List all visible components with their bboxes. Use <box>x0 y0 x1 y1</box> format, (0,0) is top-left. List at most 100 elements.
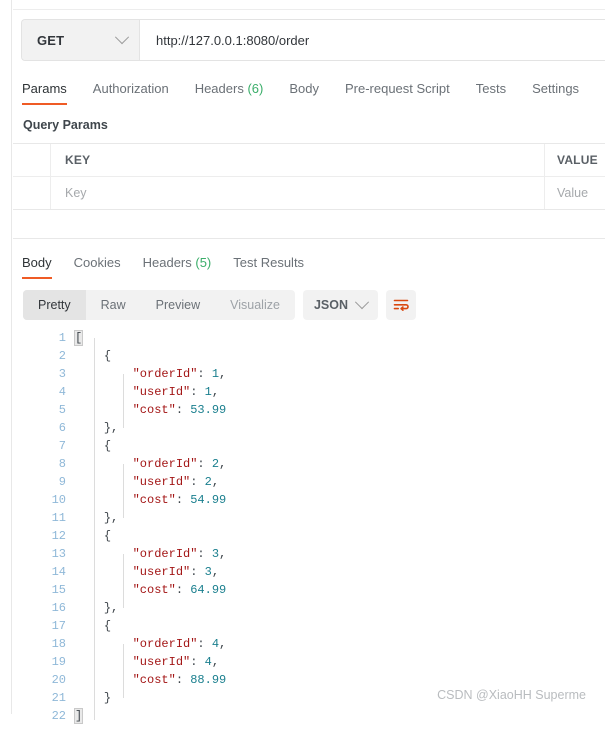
code-token: "orderId" <box>133 367 198 381</box>
request-response-pane: GET http://127.0.0.1:8080/order Params Au… <box>13 0 605 714</box>
code-line-text: "orderId": 4, <box>75 635 226 653</box>
tab-label: Cookies <box>74 255 121 270</box>
line-number: 16 <box>13 599 75 617</box>
tab-label: Headers <box>195 81 244 96</box>
code-line-text: }, <box>75 419 118 437</box>
code-line-text: "cost": 53.99 <box>75 401 226 419</box>
tab-params[interactable]: Params <box>22 81 67 105</box>
code-token: , <box>212 655 219 669</box>
tab-label: Pre-request Script <box>345 81 450 96</box>
response-tab-bar: Body Cookies Headers (5) Test Results <box>22 251 605 279</box>
code-token: }, <box>104 601 118 615</box>
code-token: : <box>190 385 204 399</box>
code-line-text: "userId": 1, <box>75 383 219 401</box>
response-tab-body[interactable]: Body <box>22 255 52 279</box>
code-line: 16 }, <box>13 599 605 617</box>
tab-label: Headers <box>143 255 192 270</box>
row-checkbox-cell[interactable] <box>13 177 51 209</box>
code-line-text: "orderId": 2, <box>75 455 226 473</box>
line-number: 21 <box>13 689 75 707</box>
code-line: 2 { <box>13 347 605 365</box>
header-key-cell: KEY <box>51 144 545 176</box>
code-line-text: "orderId": 1, <box>75 365 226 383</box>
view-mode-pretty[interactable]: Pretty <box>23 290 86 320</box>
code-token: 53.99 <box>190 403 226 417</box>
code-token: "cost" <box>133 403 176 417</box>
params-spacer <box>13 210 605 239</box>
code-token: { <box>104 529 111 543</box>
chevron-down-icon <box>115 30 129 44</box>
code-line-text: }, <box>75 509 118 527</box>
response-tab-test-results[interactable]: Test Results <box>233 255 304 279</box>
code-line: 10 "cost": 54.99 <box>13 491 605 509</box>
tab-body[interactable]: Body <box>289 81 319 105</box>
tab-settings[interactable]: Settings <box>532 81 579 105</box>
code-token: : <box>197 367 211 381</box>
code-token: 4 <box>205 655 212 669</box>
line-number: 6 <box>13 419 75 437</box>
line-number: 20 <box>13 671 75 689</box>
response-body-viewer[interactable]: 1[2 {3 "orderId": 1,4 "userId": 1,5 "cos… <box>13 329 605 729</box>
code-token: "cost" <box>133 583 176 597</box>
code-line: 15 "cost": 64.99 <box>13 581 605 599</box>
response-tab-cookies[interactable]: Cookies <box>74 255 121 279</box>
view-mode-raw[interactable]: Raw <box>86 290 141 320</box>
request-tab-bar: Params Authorization Headers (6) Body Pre-re… <box>22 75 605 105</box>
indent-guide <box>94 338 95 720</box>
response-tab-headers[interactable]: Headers (5) <box>143 255 212 279</box>
code-token: 1 <box>212 367 219 381</box>
chevron-down-icon <box>355 295 369 309</box>
line-number: 9 <box>13 473 75 491</box>
line-number: 11 <box>13 509 75 527</box>
code-token: } <box>104 691 111 705</box>
code-line-text: ] <box>75 707 82 725</box>
tab-authorization[interactable]: Authorization <box>93 81 169 105</box>
url-input[interactable]: http://127.0.0.1:8080/order <box>140 20 605 60</box>
indent-guide <box>123 554 124 608</box>
top-divider <box>13 0 605 10</box>
line-number: 2 <box>13 347 75 365</box>
code-token: "orderId" <box>133 457 198 471</box>
json-code-block: 1[2 {3 "orderId": 1,4 "userId": 1,5 "cos… <box>13 329 605 725</box>
param-key-input[interactable]: Key <box>51 177 545 209</box>
line-number: 8 <box>13 455 75 473</box>
word-wrap-button[interactable] <box>386 290 416 320</box>
code-token: , <box>219 547 226 561</box>
tab-headers[interactable]: Headers (6) <box>195 81 264 105</box>
postman-window: GET http://127.0.0.1:8080/order Params Au… <box>0 0 605 714</box>
code-line-text: "orderId": 3, <box>75 545 226 563</box>
code-token: : <box>197 457 211 471</box>
code-line-text: { <box>75 527 111 545</box>
code-token: "userId" <box>133 655 191 669</box>
url-bar: GET http://127.0.0.1:8080/order <box>21 19 605 61</box>
tab-label: Params <box>22 81 67 96</box>
code-line: 11 }, <box>13 509 605 527</box>
code-token: , <box>212 475 219 489</box>
tab-tests[interactable]: Tests <box>476 81 506 105</box>
code-line-text: "cost": 54.99 <box>75 491 226 509</box>
http-method-selector[interactable]: GET <box>22 20 140 60</box>
query-params-title: Query Params <box>23 118 605 132</box>
code-line: 12 { <box>13 527 605 545</box>
line-number: 15 <box>13 581 75 599</box>
table-row: Key Value <box>13 177 605 209</box>
view-mode-preview[interactable]: Preview <box>141 290 215 320</box>
line-number: 22 <box>13 707 75 725</box>
code-token: }, <box>104 421 118 435</box>
tab-pre-request-script[interactable]: Pre-request Script <box>345 81 450 105</box>
header-checkbox-cell <box>13 144 51 176</box>
code-line-text: [ <box>75 329 82 347</box>
code-token: "userId" <box>133 565 191 579</box>
param-key-placeholder: Key <box>65 186 87 200</box>
query-params-table: KEY VALUE Key Value <box>13 143 605 210</box>
code-line-text: } <box>75 689 111 707</box>
response-format-selector[interactable]: JSON <box>303 290 378 320</box>
view-mode-visualize[interactable]: Visualize <box>215 290 295 320</box>
code-line-text: "userId": 3, <box>75 563 219 581</box>
code-token: }, <box>104 511 118 525</box>
line-number: 7 <box>13 437 75 455</box>
code-token: , <box>219 367 226 381</box>
param-value-input[interactable]: Value <box>545 177 605 209</box>
param-value-placeholder: Value <box>557 186 588 200</box>
view-mode-group: PrettyRawPreviewVisualize <box>23 290 295 320</box>
